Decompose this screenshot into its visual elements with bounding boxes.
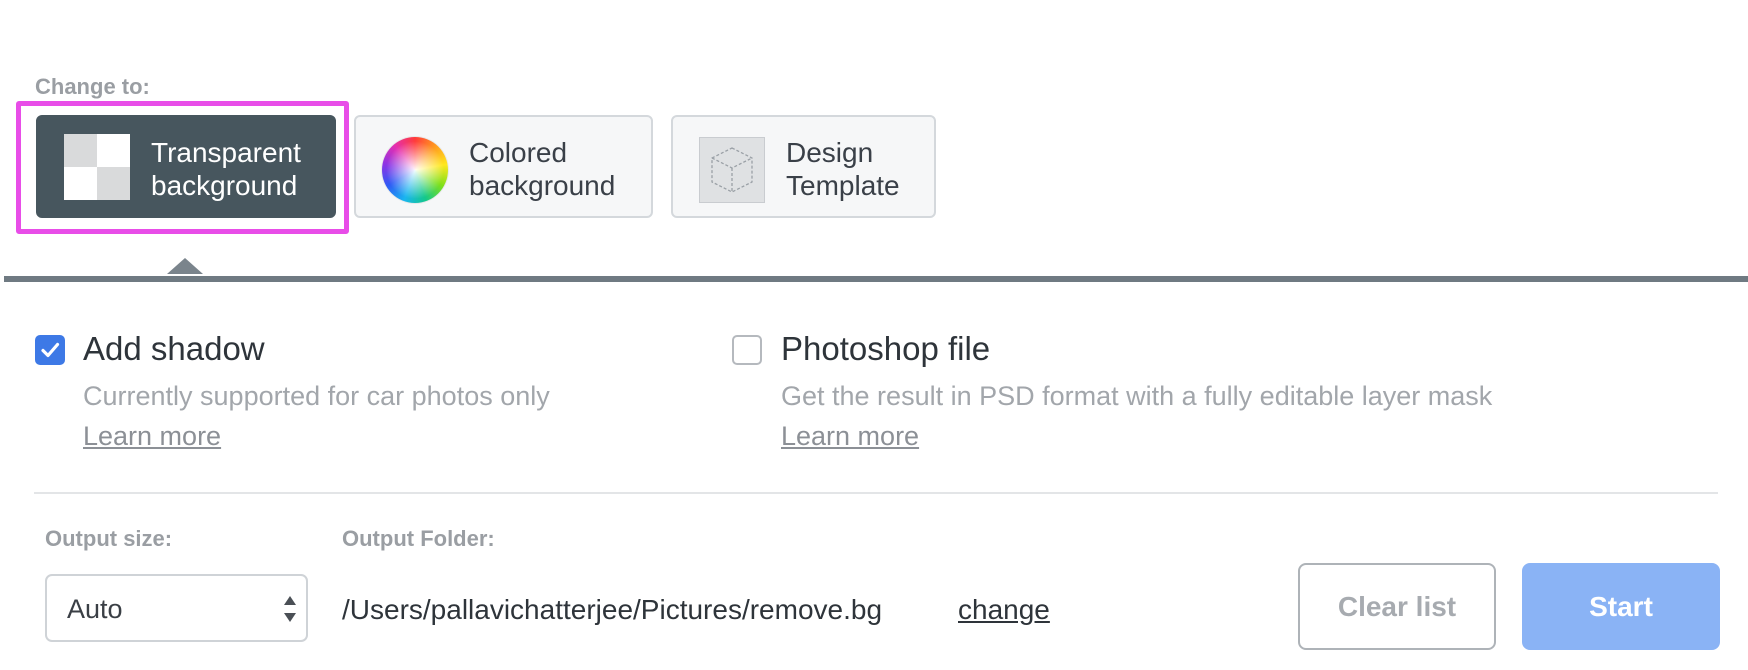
output-size-select[interactable]: Auto (45, 574, 308, 642)
colored-background-option[interactable]: Colored background (354, 115, 653, 218)
colored-background-label: Colored background (469, 136, 615, 202)
option-label-line1: Design (786, 137, 874, 168)
change-folder-link[interactable]: change (958, 594, 1050, 626)
clear-list-button[interactable]: Clear list (1298, 563, 1496, 650)
output-folder-label: Output Folder: (342, 526, 495, 551)
option-label-line2: background (151, 170, 298, 201)
transparent-background-option[interactable]: Transparent background (36, 115, 336, 218)
start-button[interactable]: Start (1522, 563, 1720, 650)
design-template-option[interactable]: Design Template (671, 115, 936, 218)
design-template-label: Design Template (786, 136, 900, 202)
output-folder-path: /Users/pallavichatterjee/Pictures/remove… (342, 594, 883, 625)
output-size-value: Auto (67, 594, 123, 624)
selection-caret (167, 258, 203, 274)
add-shadow-checkbox[interactable] (35, 335, 65, 365)
add-shadow-description: Currently supported for car photos only (83, 381, 550, 411)
photoshop-file-checkbox[interactable] (732, 335, 762, 365)
select-arrows-icon (284, 596, 296, 622)
photoshop-file-learn-more-link[interactable]: Learn more (781, 421, 919, 452)
color-wheel-icon (382, 137, 448, 203)
photoshop-file-title: Photoshop file (781, 330, 991, 367)
option-label-line2: Template (786, 170, 900, 201)
cube-template-icon (699, 137, 765, 203)
checkmark-icon (41, 342, 60, 358)
section-divider (4, 276, 1748, 282)
checkerboard-icon (64, 134, 130, 200)
option-label-line2: background (469, 170, 616, 201)
add-shadow-title: Add shadow (83, 330, 265, 367)
option-label-line1: Transparent (151, 137, 301, 168)
option-label-line1: Colored (469, 137, 568, 168)
output-size-label: Output size: (45, 526, 173, 551)
change-to-label: Change to: (35, 74, 150, 99)
add-shadow-learn-more-link[interactable]: Learn more (83, 421, 221, 452)
transparent-background-label: Transparent background (151, 136, 301, 202)
photoshop-file-description: Get the result in PSD format with a full… (781, 381, 1493, 411)
bottom-divider (34, 492, 1718, 494)
